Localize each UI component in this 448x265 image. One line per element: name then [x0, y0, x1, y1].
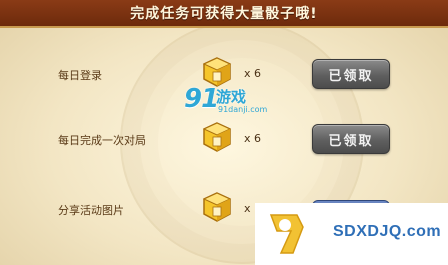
- site-watermark: 91 游戏 91danji.com: [184, 84, 284, 118]
- watermark-domain: 91danji.com: [218, 105, 268, 114]
- corner-watermark-overlay: SDXDJQ.com: [255, 203, 448, 265]
- task-label: 每日登录: [58, 69, 102, 82]
- site-logo-icon: [269, 214, 304, 254]
- dice-chest-icon: [202, 192, 232, 222]
- reward-quantity: x 6: [244, 132, 262, 145]
- task-panel: 完成任务可获得大量骰子哦! 每日登录 x 6 已领取 每日完成一次对局 x 6 …: [0, 0, 448, 265]
- task-label: 每日完成一次对局: [58, 134, 146, 147]
- claimed-button[interactable]: 已领取: [312, 124, 390, 154]
- task-row-complete-match: 每日完成一次对局 x 6 已领取: [0, 120, 448, 160]
- claimed-button[interactable]: 已领取: [312, 59, 390, 89]
- dice-chest-icon: [202, 122, 232, 152]
- title-banner: 完成任务可获得大量骰子哦!: [0, 0, 448, 28]
- reward-quantity: x 6: [244, 67, 262, 80]
- task-label: 分享活动图片: [58, 204, 124, 217]
- reward-quantity: x: [244, 202, 251, 215]
- watermark-number: 91: [184, 84, 219, 114]
- banner-title: 完成任务可获得大量骰子哦!: [130, 6, 318, 22]
- overlay-site-text: SDXDJQ.com: [333, 223, 442, 240]
- watermark-name: 游戏: [216, 88, 247, 106]
